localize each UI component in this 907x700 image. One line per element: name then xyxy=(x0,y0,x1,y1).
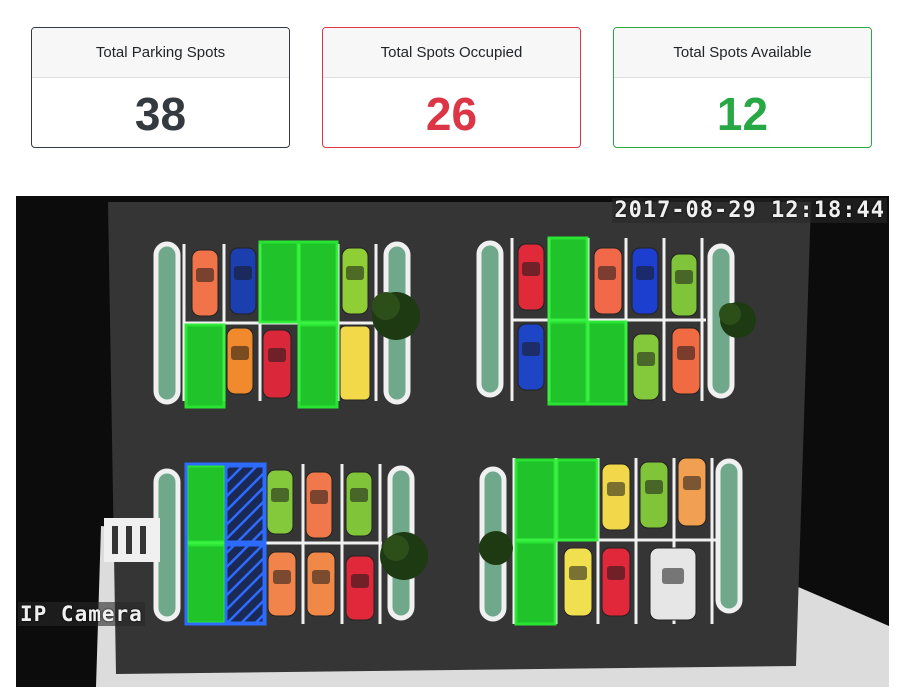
total-spots-label: Total Parking Spots xyxy=(32,28,289,78)
camera-label: IP Camera xyxy=(18,602,145,626)
reserved-spots xyxy=(224,464,266,625)
occupied-spots-card: Total Spots Occupied 26 xyxy=(322,27,581,148)
camera-timestamp: 2017-08-29 12:18:44 xyxy=(612,198,887,223)
occupied-spots-value: 26 xyxy=(425,87,478,140)
total-spots-card: Total Parking Spots 38 xyxy=(31,27,290,148)
available-spots-card: Total Spots Available 12 xyxy=(613,27,872,148)
parking-lot-view xyxy=(16,196,889,687)
available-spots-label: Total Spots Available xyxy=(614,28,871,78)
camera-feed: 2017-08-29 12:18:44 IP Camera xyxy=(16,196,889,687)
occupied-spots-label: Total Spots Occupied xyxy=(323,28,580,78)
total-spots-value: 38 xyxy=(134,87,187,140)
available-spots-value: 12 xyxy=(716,87,769,140)
